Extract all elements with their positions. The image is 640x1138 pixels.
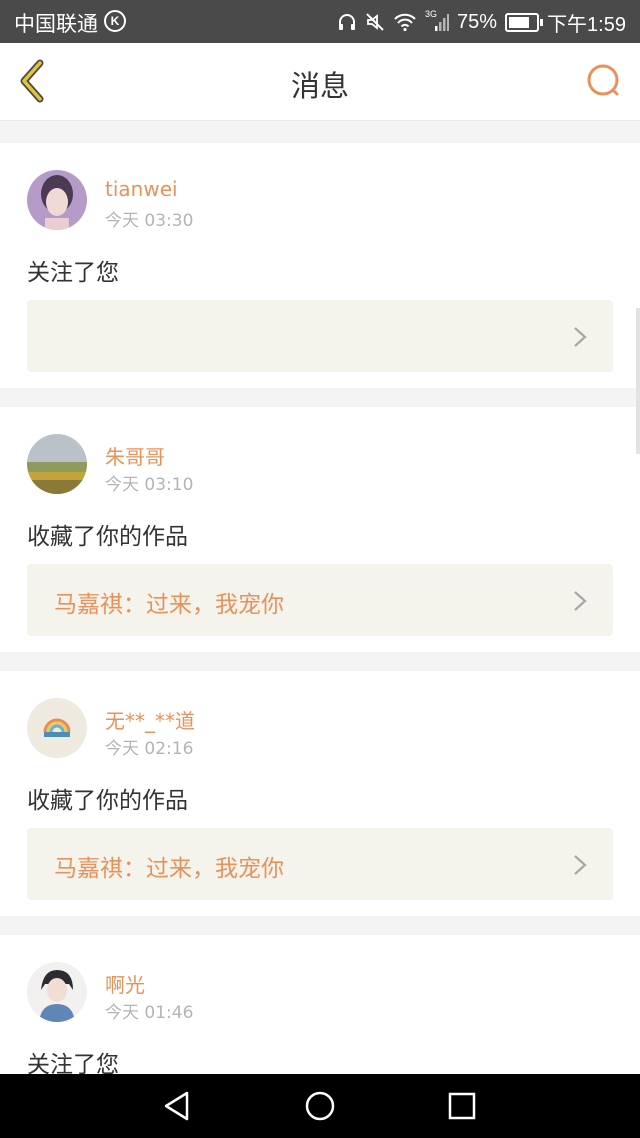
status-icons: 3G 75% 下午1:59: [337, 8, 626, 36]
system-nav-bar: [0, 1074, 640, 1138]
timestamp: 今天 03:30: [105, 211, 194, 231]
message-card[interactable]: 啊光 今天 01:46 关注了您: [0, 935, 640, 1095]
home-circle-icon[interactable]: [303, 1089, 337, 1123]
chevron-right-icon: [574, 855, 587, 875]
scrollbar[interactable]: [636, 308, 640, 454]
action-text: 收藏了你的作品: [27, 788, 188, 814]
referenced-item[interactable]: 马嘉祺：过来，我宠你: [27, 564, 613, 636]
status-bar: 中国联通 K 3G 75% 下午1:59: [0, 0, 640, 43]
page-title: 消息: [290, 69, 349, 103]
action-text: 收藏了你的作品: [27, 524, 188, 550]
username[interactable]: 啊光: [105, 969, 145, 998]
carrier-name: 中国联通: [14, 13, 98, 36]
message-card[interactable]: tianwei 今天 03:30 关注了您: [0, 143, 640, 388]
chevron-right-icon: [574, 591, 587, 611]
battery-percent: 75%: [457, 10, 498, 33]
wifi-icon: [394, 13, 416, 32]
timestamp: 今天 03:10: [105, 475, 194, 495]
avatar[interactable]: [27, 698, 87, 758]
referenced-item-text: 马嘉祺：过来，我宠你: [54, 856, 284, 882]
username[interactable]: 无**_**道: [105, 705, 195, 734]
carrier-k-icon: K: [104, 10, 126, 32]
username[interactable]: 朱哥哥: [105, 441, 165, 470]
timestamp: 今天 02:16: [105, 739, 194, 759]
avatar[interactable]: [27, 962, 87, 1022]
back-triangle-icon[interactable]: [160, 1089, 194, 1123]
message-card[interactable]: 无**_**道 今天 02:16 收藏了你的作品 马嘉祺：过来，我宠你: [0, 671, 640, 916]
battery-fill: [509, 16, 530, 28]
recents-square-icon[interactable]: [445, 1089, 479, 1123]
headset-icon: [339, 14, 356, 30]
search-icon[interactable]: [584, 61, 624, 101]
chevron-right-icon: [574, 327, 587, 347]
timestamp: 今天 01:46: [105, 1003, 194, 1023]
referenced-item[interactable]: [27, 300, 613, 372]
battery-icon: [505, 12, 544, 32]
nav-bar: 消息: [0, 43, 640, 121]
message-card[interactable]: 朱哥哥 今天 03:10 收藏了你的作品 马嘉祺：过来，我宠你: [0, 407, 640, 652]
clock: 下午1:59: [547, 13, 626, 36]
username[interactable]: tianwei: [105, 177, 178, 201]
avatar[interactable]: [27, 434, 87, 494]
mute-icon: [366, 13, 384, 31]
signal-icon: 3G: [425, 9, 450, 33]
action-text: 关注了您: [27, 260, 119, 286]
referenced-item[interactable]: 马嘉祺：过来，我宠你: [27, 828, 613, 900]
referenced-item-text: 马嘉祺：过来，我宠你: [54, 592, 284, 618]
avatar[interactable]: [27, 170, 87, 230]
